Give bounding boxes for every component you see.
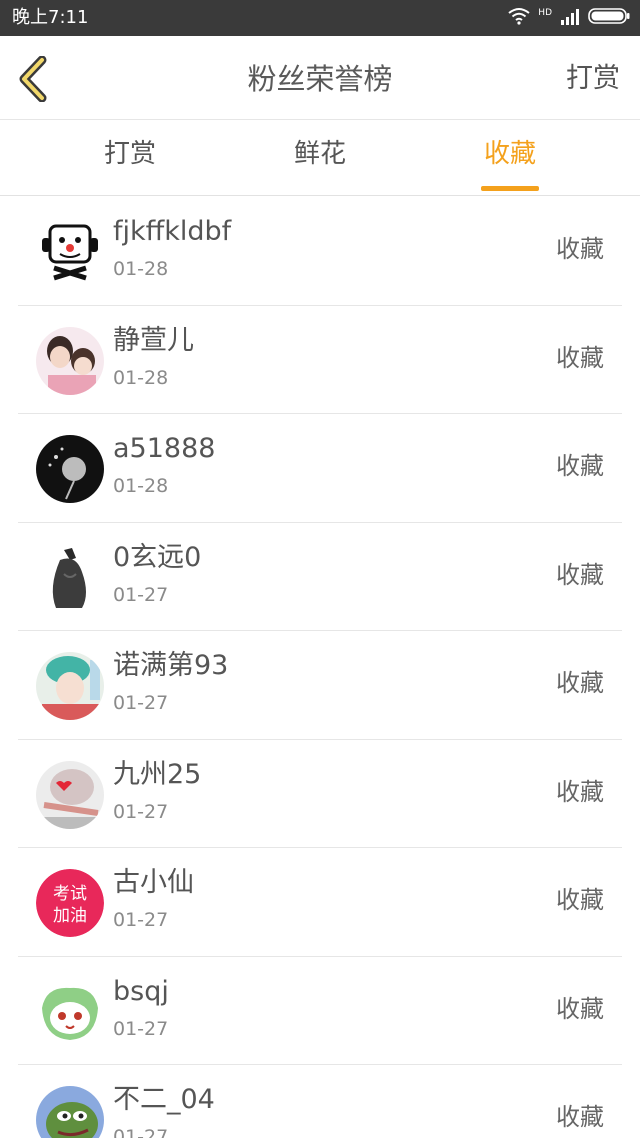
date: 01-27	[113, 1017, 169, 1040]
tab-favorites[interactable]: 收藏	[450, 137, 570, 171]
favorite-label: 收藏	[556, 1103, 604, 1131]
page-title: 粉丝荣誉榜	[247, 62, 393, 96]
list-item[interactable]: 不二_04 01-27 收藏	[0, 1065, 640, 1138]
battery-icon	[588, 7, 630, 29]
date: 01-28	[113, 475, 169, 497]
avatar	[36, 326, 104, 395]
date: 01-27	[113, 1126, 169, 1138]
avatar	[36, 977, 104, 1046]
tab-reward[interactable]: 打赏	[70, 137, 190, 171]
list-item[interactable]: 静萱儿 01-28 收藏	[0, 306, 640, 414]
list-item[interactable]: a51888 01-28 收藏	[0, 414, 640, 523]
favorite-label: 收藏	[556, 669, 604, 697]
favorite-label: 收藏	[556, 235, 604, 263]
status-bar: 晚上7:11 HD	[0, 0, 640, 36]
user-name: 不二_04	[113, 1084, 215, 1115]
list-item[interactable]: 考试 加油 古小仙 01-27 收藏	[0, 848, 640, 957]
avatar	[36, 1086, 104, 1138]
favorite-label: 收藏	[556, 560, 604, 589]
list-item[interactable]: 0玄远0 01-27 收藏	[0, 523, 640, 631]
user-name: 诺满第93	[113, 650, 229, 681]
avatar	[36, 543, 104, 612]
user-name: a51888	[113, 433, 216, 464]
tab-flowers[interactable]: 鲜花	[260, 137, 380, 171]
list-item[interactable]: bsqj 01-27 收藏	[0, 957, 640, 1065]
svg-text:加油: 加油	[53, 906, 87, 926]
date: 01-28	[113, 258, 169, 280]
list-item[interactable]: 九州25 01-27 收藏	[0, 740, 640, 848]
header: 粉丝荣誉榜 打赏	[0, 36, 640, 120]
date: 01-27	[113, 909, 169, 931]
avatar	[36, 652, 104, 720]
avatar	[36, 760, 104, 829]
date: 01-27	[113, 583, 169, 606]
user-name: 九州25	[113, 758, 202, 790]
user-name: 静萱儿	[113, 324, 194, 356]
list-item[interactable]: 诺满第93 01-27 收藏	[0, 631, 640, 740]
date: 01-28	[113, 366, 169, 389]
favorite-label: 收藏	[556, 994, 604, 1023]
reward-button[interactable]: 打赏	[566, 62, 620, 96]
user-name: 古小仙	[113, 867, 194, 898]
date: 01-27	[113, 800, 169, 823]
fan-list: fjkffkldbf 01-28 收藏 静萱儿 01-28 收藏 a51888 …	[0, 197, 640, 1138]
list-item[interactable]: fjkffkldbf 01-28 收藏	[0, 197, 640, 306]
user-name: fjkffkldbf	[113, 216, 232, 247]
wifi-icon	[508, 7, 530, 29]
favorite-label: 收藏	[556, 452, 604, 480]
favorite-label: 收藏	[556, 777, 604, 806]
favorite-label: 收藏	[556, 886, 604, 914]
user-name: bsqj	[113, 975, 169, 1007]
tab-active-indicator	[481, 186, 539, 191]
favorite-label: 收藏	[556, 343, 604, 372]
user-name: 0玄远0	[113, 541, 202, 573]
avatar	[36, 218, 104, 286]
tab-bar: 打赏 鲜花 收藏	[0, 121, 640, 196]
avatar: 考试 加油	[36, 869, 104, 937]
avatar	[36, 435, 104, 503]
signal-icon	[560, 7, 580, 29]
network-type-label: HD	[538, 7, 552, 18]
svg-text:考试: 考试	[53, 884, 87, 904]
status-time: 晚上7:11	[12, 7, 89, 28]
status-icons: HD	[508, 8, 630, 28]
date: 01-27	[113, 692, 169, 714]
